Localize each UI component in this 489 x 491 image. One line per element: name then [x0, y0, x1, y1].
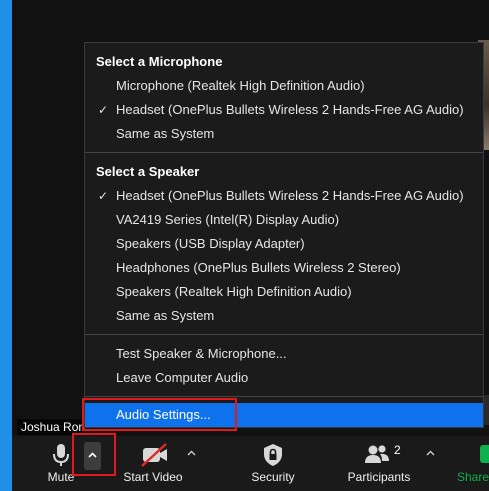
audio-options-menu: Select a Microphone Microphone (Realtek … [84, 42, 484, 428]
microphone-option[interactable]: Same as System [85, 122, 483, 146]
microphone-option-label: Same as System [116, 126, 215, 141]
meeting-toolbar: Mute Start Video Security 2 Participants… [12, 436, 489, 491]
speaker-option-label: Speakers (USB Display Adapter) [116, 236, 305, 251]
leave-computer-audio-label: Leave Computer Audio [116, 370, 249, 385]
video-camera-off-icon [141, 443, 167, 467]
audio-settings-label: Audio Settings... [116, 407, 211, 422]
microphone-option-label: Microphone (Realtek High Definition Audi… [116, 78, 365, 93]
speaker-option[interactable]: Speakers (USB Display Adapter) [85, 232, 483, 256]
speaker-option-label: Headphones (OnePlus Bullets Wireless 2 S… [116, 260, 401, 275]
video-options-chevron-up-icon[interactable] [187, 450, 196, 456]
checkmark-icon: ✓ [98, 103, 109, 117]
microphone-option[interactable]: Microphone (Realtek High Definition Audi… [85, 74, 483, 98]
microphone-option-label: Headset (OnePlus Bullets Wireless 2 Hand… [116, 102, 464, 117]
speaker-option[interactable]: Same as System [85, 304, 483, 328]
menu-divider [85, 396, 483, 397]
speaker-option[interactable]: ✓ Headset (OnePlus Bullets Wireless 2 Ha… [85, 184, 483, 208]
audio-options-caret-button[interactable] [84, 442, 101, 470]
microphone-option[interactable]: ✓ Headset (OnePlus Bullets Wireless 2 Ha… [85, 98, 483, 122]
start-video-button[interactable]: Start Video [117, 436, 189, 491]
participants-count: 2 [394, 443, 401, 457]
speaker-option-label: Speakers (Realtek High Definition Audio) [116, 284, 352, 299]
leave-computer-audio-item[interactable]: Leave Computer Audio [85, 366, 483, 390]
microphone-icon [53, 444, 69, 466]
mute-label: Mute [47, 470, 75, 484]
audio-settings-item[interactable]: Audio Settings... [85, 403, 483, 427]
participants-icon [365, 445, 389, 463]
speaker-option-label: VA2419 Series (Intel(R) Display Audio) [116, 212, 340, 227]
participant-name-label: Joshua Ron [17, 419, 90, 435]
speaker-heading: Select a Speaker [96, 164, 200, 179]
participants-button[interactable]: 2 Participants [339, 436, 419, 491]
menu-divider [85, 334, 483, 335]
menu-divider [85, 152, 483, 153]
speaker-option-label: Headset (OnePlus Bullets Wireless 2 Hand… [116, 188, 464, 203]
checkmark-icon: ✓ [98, 189, 109, 203]
shield-icon [264, 444, 282, 466]
speaker-option[interactable]: VA2419 Series (Intel(R) Display Audio) [85, 208, 483, 232]
share-screen-icon [480, 445, 489, 463]
start-video-label: Start Video [123, 470, 183, 484]
mute-button[interactable]: Mute [30, 436, 92, 491]
speaker-option-label: Same as System [116, 308, 215, 323]
participants-options-chevron-up-icon[interactable] [426, 450, 435, 456]
security-button[interactable]: Security [237, 436, 309, 491]
speaker-option[interactable]: Speakers (Realtek High Definition Audio) [85, 280, 483, 304]
share-label: Share [457, 470, 489, 484]
speaker-option[interactable]: Headphones (OnePlus Bullets Wireless 2 S… [85, 256, 483, 280]
chevron-up-icon [88, 452, 97, 458]
share-screen-button[interactable]: Share [452, 436, 489, 491]
security-label: Security [251, 470, 295, 484]
microphone-heading: Select a Microphone [96, 54, 223, 69]
participants-label: Participants [347, 470, 411, 484]
test-speaker-microphone-label: Test Speaker & Microphone... [116, 346, 287, 361]
desktop-edge [0, 0, 12, 491]
test-speaker-microphone-item[interactable]: Test Speaker & Microphone... [85, 342, 483, 366]
